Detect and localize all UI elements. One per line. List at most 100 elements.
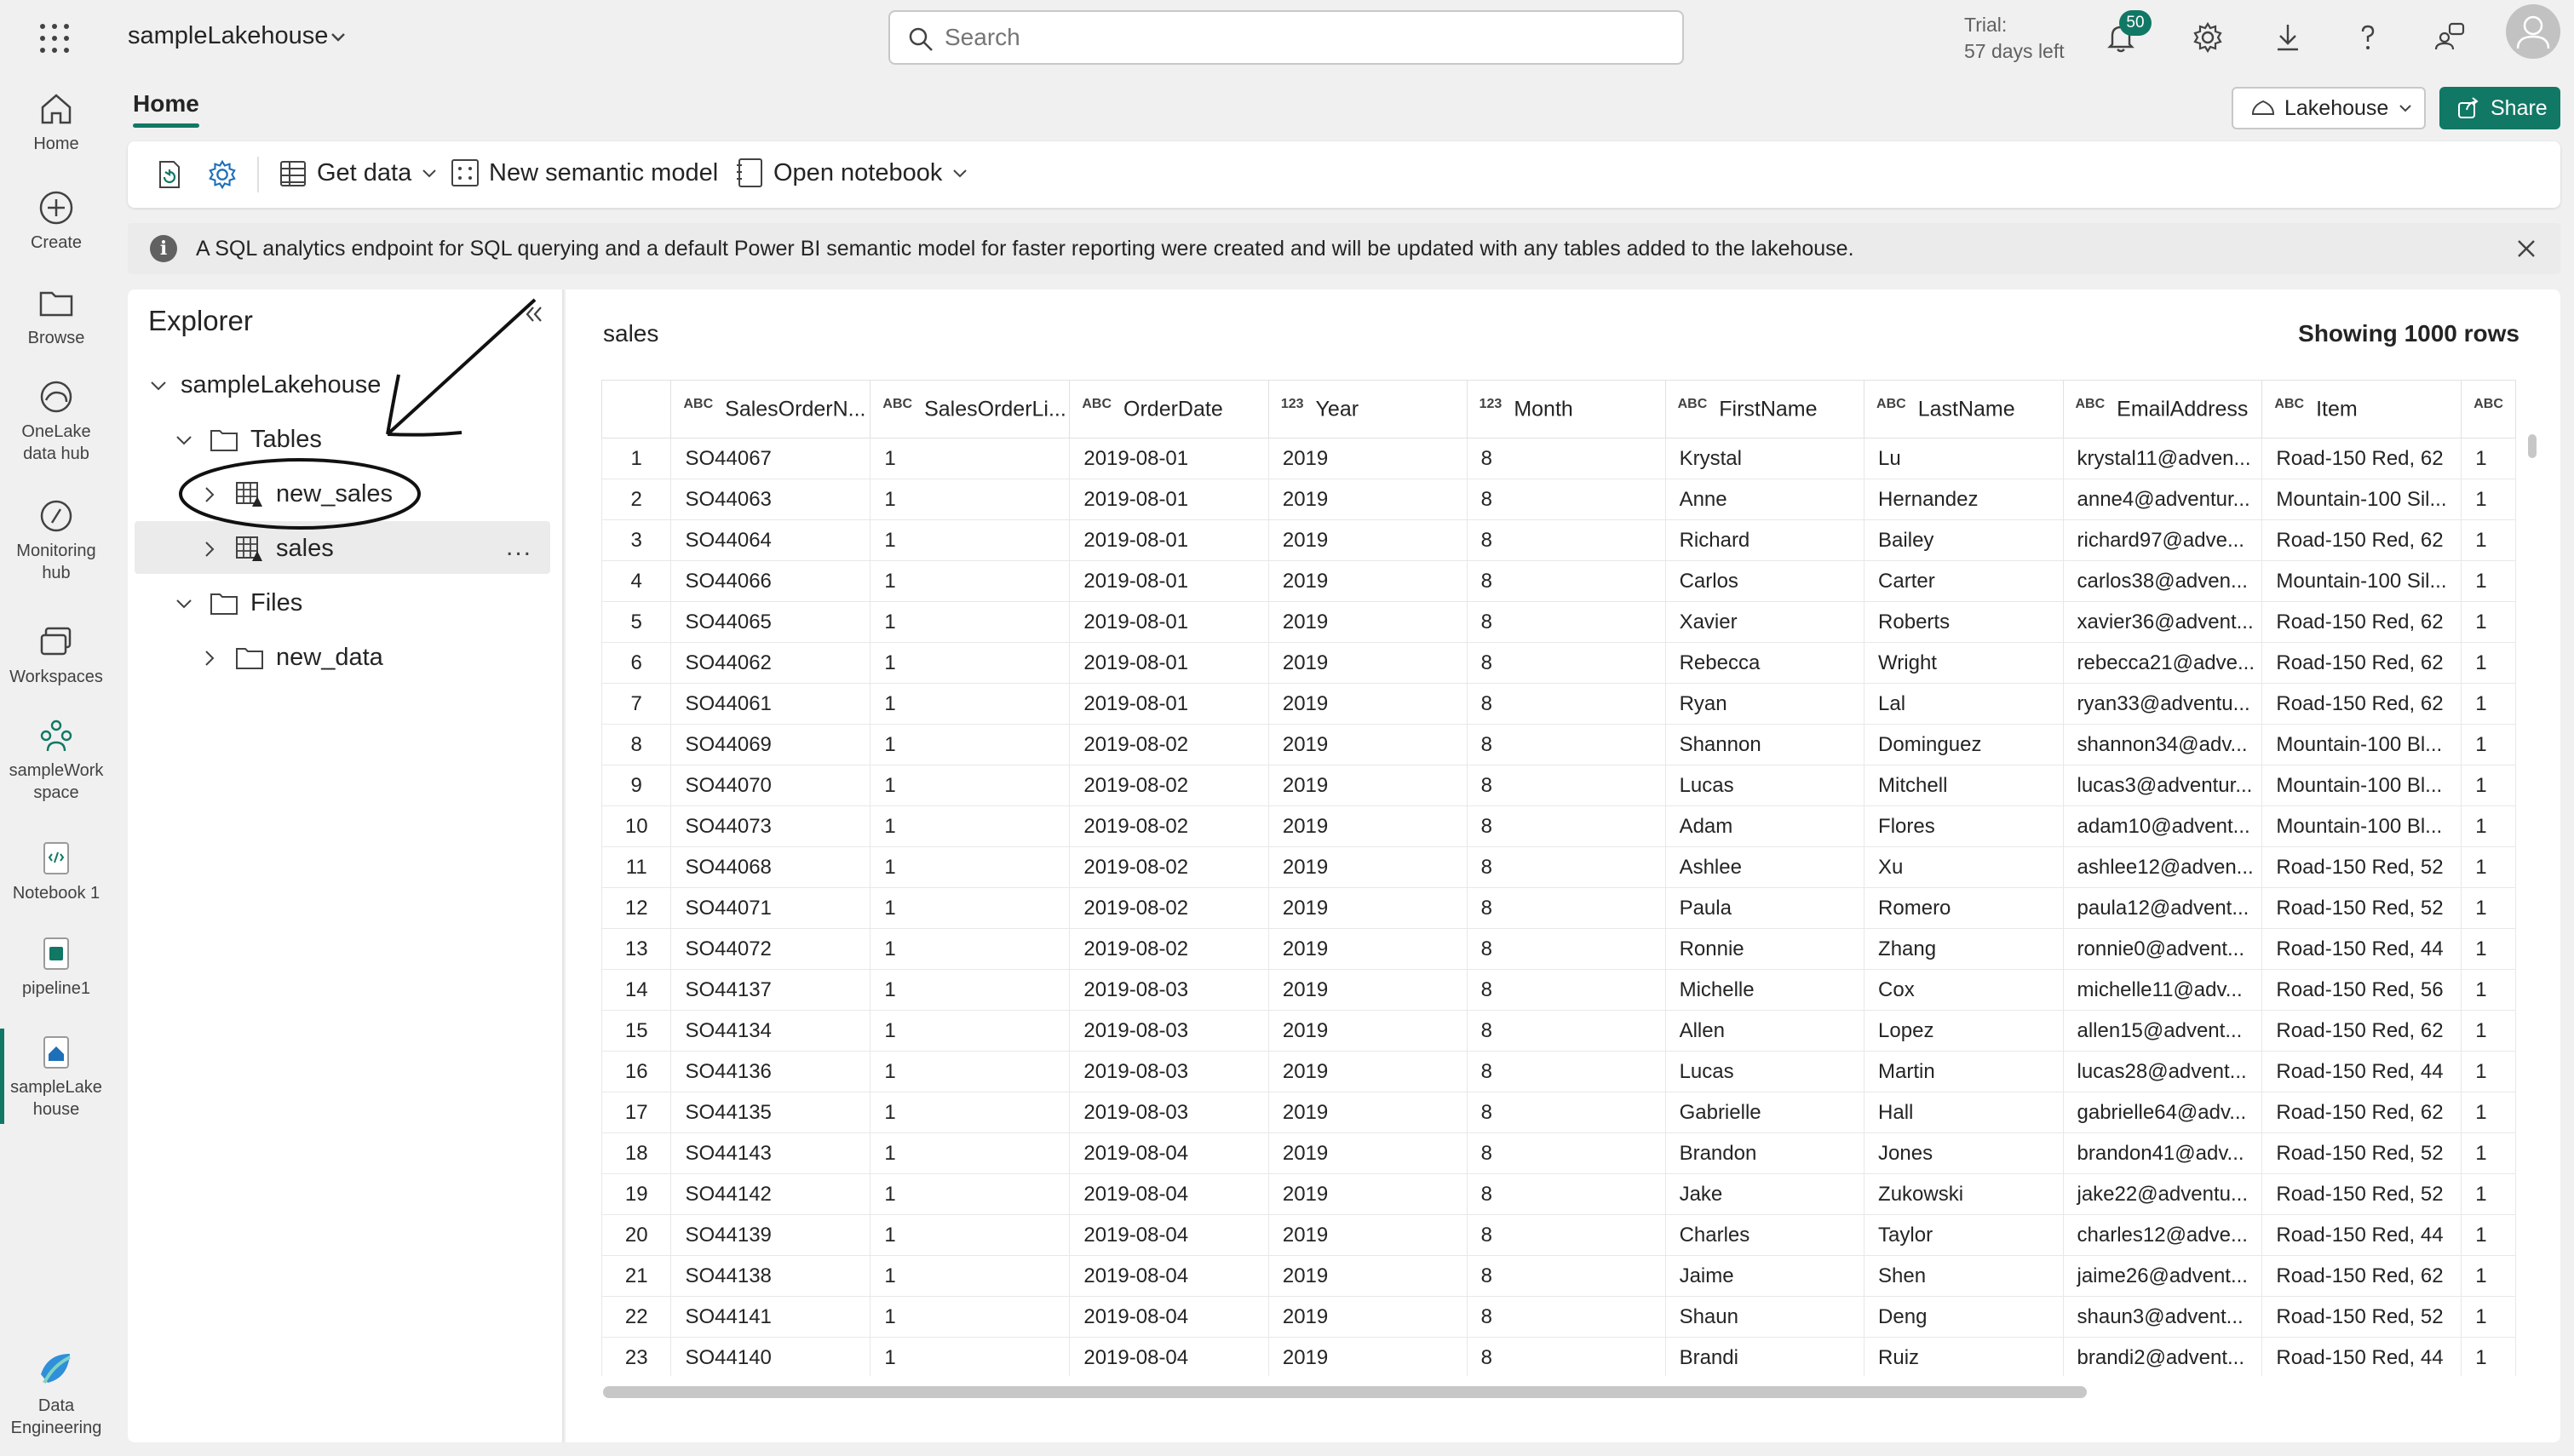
table-row[interactable]: 14 SO44137 1 2019-08-03 2019 8 Michelle Cox mich…	[601, 969, 2516, 1011]
feedback-people-icon[interactable]	[2433, 20, 2467, 54]
tree-table-new-sales[interactable]: new_sales	[199, 480, 393, 508]
table-row[interactable]: 12 SO44071 1 2019-08-02 2019 8 Paula Romero paul…	[601, 887, 2516, 929]
tree-folder-files[interactable]: Files	[174, 589, 302, 617]
tree-root-lakehouse[interactable]: sampleLakehouse	[148, 371, 381, 399]
table-row[interactable]: 19 SO44142 1 2019-08-04 2019 8 Jake Zukowski jak…	[601, 1173, 2516, 1215]
rail-pipeline1[interactable]: pipeline1	[0, 935, 112, 1000]
table-cell: 2019	[1267, 601, 1468, 643]
table-row[interactable]: 22 SO44141 1 2019-08-04 2019 8 Shaun Deng shaun3…	[601, 1296, 2516, 1338]
column-header[interactable]: 123 Year	[1267, 380, 1468, 439]
chevron-down-icon[interactable]	[327, 26, 349, 49]
table-cell: 2019	[1267, 1296, 1468, 1338]
tree-folder-new-data[interactable]: new_data	[199, 644, 383, 672]
table-row[interactable]: 16 SO44136 1 2019-08-03 2019 8 Lucas Martin luca…	[601, 1051, 2516, 1092]
tree-table-sales-selected[interactable]	[135, 521, 550, 574]
table-cell: 2019	[1267, 887, 1468, 929]
workspace-title[interactable]: sampleLakehouse	[128, 22, 328, 50]
table-cell: Mountain-100 Bl...	[2261, 805, 2462, 847]
close-icon[interactable]	[2513, 235, 2540, 262]
explorer-panel: Explorer sampleLakehouse Tables new_sale…	[128, 289, 564, 1442]
share-button[interactable]: Share	[2439, 87, 2560, 129]
rail-sample-workspace[interactable]: sampleWork space	[0, 717, 112, 804]
column-header[interactable]: ABC Item	[2261, 380, 2462, 439]
tree-folder-tables[interactable]: Tables	[174, 426, 322, 454]
download-icon[interactable]	[2271, 20, 2305, 54]
table-row[interactable]: 1 SO44067 1 2019-08-01 2019 8 Krystal Lu krystal…	[601, 438, 2516, 479]
settings-gear-icon[interactable]	[2191, 20, 2225, 54]
trial-status[interactable]: Trial: 57 days left	[1964, 12, 2065, 65]
table-cell: SO44064	[670, 519, 871, 561]
lakehouse-switcher-button[interactable]: Lakehouse	[2232, 87, 2426, 129]
get-data-button[interactable]: Get data	[278, 157, 439, 189]
table-row[interactable]: 7 SO44061 1 2019-08-01 2019 8 Ryan Lal ryan33@ad…	[601, 683, 2516, 725]
table-row[interactable]: 23 SO44140 1 2019-08-04 2019 8 Brandi Ruiz brand…	[601, 1337, 2516, 1376]
table-row[interactable]: 4 SO44066 1 2019-08-01 2019 8 Carlos Carter carl…	[601, 560, 2516, 602]
table-row[interactable]: 11 SO44068 1 2019-08-02 2019 8 Ashlee Xu ashlee1…	[601, 846, 2516, 888]
tree-table-sales[interactable]: sales	[199, 535, 334, 563]
table-cell: SO44140	[670, 1337, 871, 1376]
column-type-icon: ABC	[2274, 396, 2305, 411]
table-cell: 2019-08-03	[1069, 1051, 1269, 1092]
table-cell: michelle11@adv...	[2062, 969, 2263, 1011]
table-row[interactable]: 10 SO44073 1 2019-08-02 2019 8 Adam Flores adam1…	[601, 805, 2516, 847]
new-semantic-model-button[interactable]: New semantic model	[450, 157, 718, 189]
table-row[interactable]: 13 SO44072 1 2019-08-02 2019 8 Ronnie Zhang ronn…	[601, 928, 2516, 970]
row-number: 16	[601, 1051, 672, 1092]
table-row[interactable]: 17 SO44135 1 2019-08-03 2019 8 Gabrielle Hall ga…	[601, 1092, 2516, 1133]
tab-home[interactable]: Home	[133, 90, 199, 118]
rail-monitoring-hub[interactable]: Monitoring hub	[0, 497, 112, 584]
table-row[interactable]: 6 SO44062 1 2019-08-01 2019 8 Rebecca Wright reb…	[601, 642, 2516, 684]
collapse-panel-icon[interactable]	[521, 301, 547, 327]
table-cell: 2019	[1267, 724, 1468, 765]
open-notebook-button[interactable]: Open notebook	[734, 157, 969, 189]
chevron-right-icon	[199, 648, 220, 668]
table-cell: 8	[1466, 1051, 1666, 1092]
row-number: 18	[601, 1132, 672, 1174]
help-icon[interactable]	[2351, 20, 2385, 54]
rail-create[interactable]: Create	[0, 189, 112, 254]
table-cell: Road-150 Red, 44	[2261, 928, 2462, 970]
table-row[interactable]: 21 SO44138 1 2019-08-04 2019 8 Jaime Shen jaime2…	[601, 1255, 2516, 1297]
table-row[interactable]: 2 SO44063 1 2019-08-01 2019 8 Anne Hernandez ann…	[601, 479, 2516, 520]
table-row[interactable]: 15 SO44134 1 2019-08-03 2019 8 Allen Lopez allen…	[601, 1010, 2516, 1052]
rail-workspaces[interactable]: Workspaces	[0, 623, 112, 688]
table-cell: Romero	[1864, 887, 2064, 929]
rail-data-engineering[interactable]: Data Engineering	[0, 1349, 112, 1439]
table-cell: Zukowski	[1864, 1173, 2064, 1215]
table-row[interactable]: 18 SO44143 1 2019-08-04 2019 8 Brandon Jones bra…	[601, 1132, 2516, 1174]
column-header[interactable]: ABC EmailAddress	[2062, 380, 2263, 439]
refresh-icon[interactable]	[153, 158, 186, 191]
table-row[interactable]: 3 SO44064 1 2019-08-01 2019 8 Richard Bailey ric…	[601, 519, 2516, 561]
table-row[interactable]: 8 SO44069 1 2019-08-02 2019 8 Shannon Dominguez…	[601, 724, 2516, 765]
column-header[interactable]: ABC LastName	[1864, 380, 2064, 439]
rail-sample-lakehouse[interactable]: sampleLake house	[0, 1034, 112, 1121]
rail-notebook-1[interactable]: Notebook 1	[0, 840, 112, 904]
rail-onelake-data-hub[interactable]: OneLake data hub	[0, 378, 112, 465]
horizontal-scrollbar[interactable]	[603, 1386, 2087, 1398]
vertical-scrollbar[interactable]	[2528, 434, 2537, 458]
column-header[interactable]: ABC SalesOrderLi...	[870, 380, 1071, 439]
app-launcher-icon[interactable]	[37, 21, 72, 55]
table-row[interactable]: 5 SO44065 1 2019-08-01 2019 8 Xavier Roberts xav…	[601, 601, 2516, 643]
table-row[interactable]: 9 SO44070 1 2019-08-02 2019 8 Lucas Mitchell luc…	[601, 765, 2516, 806]
column-header[interactable]: 123 Month	[1466, 380, 1666, 439]
search-box[interactable]	[888, 10, 1684, 65]
settings-gear-icon[interactable]	[206, 158, 238, 191]
search-input[interactable]	[945, 24, 1626, 51]
table-cell: 1	[870, 519, 1071, 561]
new-semantic-model-label: New semantic model	[489, 158, 719, 186]
table-cell: Shaun	[1664, 1296, 1865, 1338]
more-options-icon[interactable]: ...	[506, 533, 532, 562]
table-row[interactable]: 20 SO44139 1 2019-08-04 2019 8 Charles Taylor ch…	[601, 1214, 2516, 1256]
data-grid[interactable]: ABC SalesOrderN... ABC SalesOrderLi... ABC Or…	[601, 380, 2516, 1376]
table-cell: SO44138	[670, 1255, 871, 1297]
column-header[interactable]: ABC OrderDate	[1069, 380, 1269, 439]
rail-browse[interactable]: Browse	[0, 284, 112, 349]
column-header[interactable]: ABC FirstName	[1664, 380, 1865, 439]
column-header[interactable]: ABC	[2461, 380, 2516, 439]
rail-home[interactable]: Home	[0, 90, 112, 155]
table-cell: Paula	[1664, 887, 1865, 929]
column-header[interactable]: ABC SalesOrderN...	[670, 380, 871, 439]
rail-label: data hub	[23, 444, 89, 463]
user-avatar[interactable]	[2506, 4, 2560, 59]
